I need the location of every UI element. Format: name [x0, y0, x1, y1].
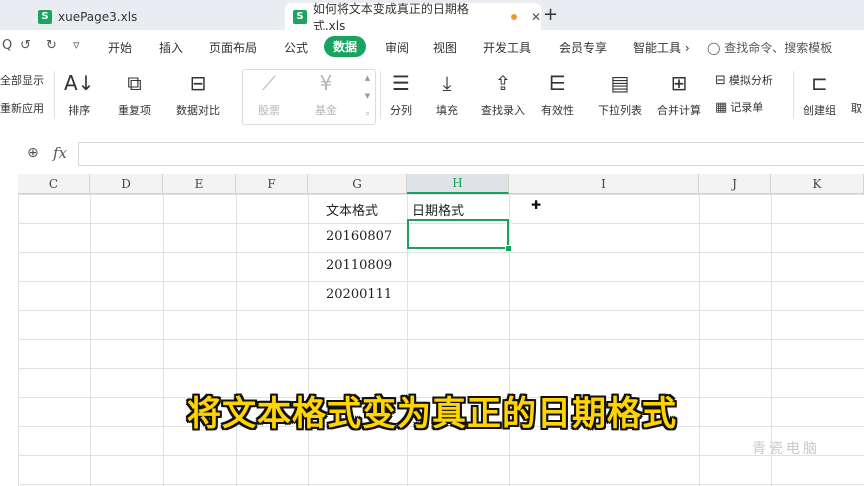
menu-member[interactable]: 会员专享: [559, 39, 607, 56]
function-icon[interactable]: fx: [53, 144, 67, 162]
ribbon-separator: [793, 71, 794, 119]
close-icon[interactable]: ✕: [531, 10, 541, 24]
grid-line: [699, 194, 700, 486]
chevron-down-icon[interactable]: ▼: [365, 92, 370, 100]
simulation-analysis-button[interactable]: ⊟ 模拟分析: [715, 72, 773, 88]
spreadsheet-file-icon: S: [293, 9, 307, 24]
cell-g3[interactable]: 20110809: [326, 258, 392, 273]
formula-bar: ⊕ fx: [0, 138, 864, 170]
cell-g4[interactable]: 20200111: [326, 287, 392, 302]
split-column-button[interactable]: ☰ 分列: [390, 71, 412, 118]
tab-label: 如何将文本变成真正的日期格式.xls: [312, 1, 469, 33]
chevron-up-icon[interactable]: ▲: [365, 74, 370, 82]
dropdown-list-icon: ▤: [610, 71, 630, 95]
cell-g2[interactable]: 20160807: [326, 229, 392, 244]
column-header-e[interactable]: E: [163, 174, 236, 194]
duplicates-icon: ⧉: [127, 71, 142, 95]
ribbon-cutoff-label: 取: [851, 102, 862, 115]
fill-button[interactable]: ⤓ 填充: [436, 71, 458, 118]
sort-icon: A↓: [64, 71, 95, 95]
data-compare-button[interactable]: ⊟ 数据对比: [176, 71, 220, 118]
zoom-partial-icon: Q: [2, 38, 13, 53]
new-tab-button[interactable]: +: [543, 4, 558, 25]
validation-icon: ⋿: [548, 71, 567, 95]
cell-g1[interactable]: 文本格式: [326, 200, 378, 219]
customize-dropdown-icon[interactable]: ▿: [73, 38, 80, 53]
cross-cursor-icon: ✚: [531, 198, 542, 212]
sort-button[interactable]: A↓ 排序: [64, 71, 94, 118]
split-icon: ☰: [392, 71, 410, 95]
zoom-icon[interactable]: ⊕: [27, 145, 39, 161]
grid-line: [308, 194, 309, 486]
menu-insert[interactable]: 插入: [159, 39, 183, 56]
fill-handle[interactable]: [505, 245, 512, 252]
column-header-i[interactable]: I: [509, 174, 699, 194]
column-header-f[interactable]: F: [236, 174, 308, 194]
consolidate-button[interactable]: ⊞ 合并计算: [657, 71, 701, 118]
menu-review[interactable]: 审阅: [385, 39, 409, 56]
command-search[interactable]: ◯ 查找命令、搜索模板: [707, 39, 832, 56]
column-header-h[interactable]: H: [407, 174, 509, 194]
create-group-button[interactable]: ⊏ 创建组: [803, 71, 836, 118]
video-caption: 将文本格式变为真正的日期格式: [187, 394, 677, 434]
watermark: 青瓷电脑: [752, 441, 820, 457]
column-header-d[interactable]: D: [90, 174, 163, 194]
cell-h1[interactable]: 日期格式: [412, 200, 464, 219]
column-header-j[interactable]: J: [699, 174, 771, 194]
menu-home[interactable]: 开始: [108, 39, 132, 56]
tab-bar: S xuePage3.xls S 如何将文本变成真正的日期格式.xls ✕ +: [0, 0, 864, 33]
spreadsheet-file-icon: S: [38, 9, 52, 24]
lookup-entry-button[interactable]: ⇪ 查找录入: [481, 71, 525, 118]
tab-file-xuepage3[interactable]: S xuePage3.xls: [30, 3, 278, 30]
show-all-button[interactable]: 全部显示: [0, 72, 44, 88]
grid-line: [163, 194, 164, 486]
data-ribbon: 全部显示 重新应用 A↓ 排序 ⧉ 重复项 ⊟ 数据对比 ⟋ 股票 ¥ 基金 ▲…: [0, 63, 864, 129]
simulation-icon: ⊟: [715, 72, 726, 88]
validation-button[interactable]: ⋿ 有效性: [541, 71, 574, 118]
group-icon: ⊏: [811, 71, 828, 95]
menu-bar: Q ↺ ↻ ▿ 开始 插入 页面布局 公式 数据 审阅 视图 开发工具 会员专享…: [0, 30, 864, 63]
menu-formula[interactable]: 公式: [284, 39, 308, 56]
column-header-c[interactable]: C: [18, 174, 90, 194]
undo-icon[interactable]: ↺: [20, 38, 31, 53]
duplicates-button[interactable]: ⧉ 重复项: [118, 71, 151, 118]
grid-line: [18, 194, 19, 486]
formula-input[interactable]: [78, 142, 864, 166]
fill-down-icon: ⤓: [442, 71, 452, 95]
redo-icon[interactable]: ↻: [46, 38, 57, 53]
active-cell-h2[interactable]: [407, 219, 509, 249]
dropdown-list-button[interactable]: ▤ 下拉列表: [598, 71, 642, 118]
record-form-button[interactable]: ▦ 记录单: [715, 99, 763, 115]
compare-icon: ⊟: [189, 71, 207, 95]
tab-file-active[interactable]: S 如何将文本变成真正的日期格式.xls ✕: [285, 2, 541, 33]
lookup-icon: ⇪: [494, 71, 512, 95]
fund-yen-icon: ¥: [319, 71, 333, 95]
column-header-g[interactable]: G: [308, 174, 407, 194]
menu-data[interactable]: 数据: [324, 36, 367, 57]
expand-icon[interactable]: ▿: [366, 110, 370, 118]
tab-label: xuePage3.xls: [58, 9, 138, 24]
gallery-scroll[interactable]: ▲ ▼ ▿: [361, 69, 374, 123]
funds-button[interactable]: ¥ 基金: [315, 71, 337, 118]
unsaved-dot-icon: [511, 13, 517, 20]
menu-developer[interactable]: 开发工具: [483, 39, 531, 56]
grid-line: [236, 194, 237, 486]
ribbon-separator: [380, 71, 381, 119]
grid-line: [509, 194, 510, 486]
reapply-button[interactable]: 重新应用: [0, 100, 44, 116]
grid-line: [90, 194, 91, 486]
stocks-button[interactable]: ⟋ 股票: [258, 71, 280, 118]
menu-smart-tools[interactable]: 智能工具 ›: [633, 39, 690, 56]
record-icon: ▦: [715, 99, 728, 115]
column-header-k[interactable]: K: [771, 174, 864, 194]
stock-chart-icon: ⟋: [262, 71, 276, 95]
consolidate-icon: ⊞: [670, 71, 688, 95]
menu-view[interactable]: 视图: [433, 39, 457, 56]
menu-page-layout[interactable]: 页面布局: [209, 39, 257, 56]
ribbon-separator: [54, 71, 55, 119]
